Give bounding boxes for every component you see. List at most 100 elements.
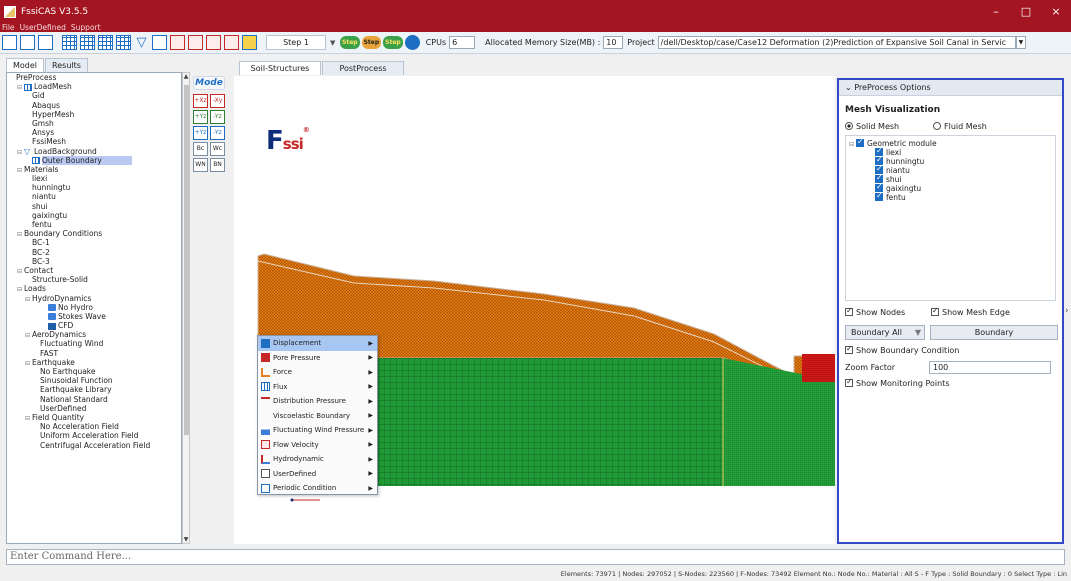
context-menu-item[interactable]: Displacement ▶ — [258, 336, 377, 351]
chevron-right-icon[interactable]: › — [1065, 306, 1069, 316]
run-icon[interactable] — [404, 35, 420, 50]
load-2-icon[interactable] — [224, 35, 239, 50]
project-dropdown-icon[interactable]: ▼ — [1015, 36, 1026, 49]
tab-soil-structures[interactable]: Soil-Structures — [239, 61, 321, 75]
tree-item[interactable]: shui — [7, 202, 181, 211]
checkbox-icon[interactable] — [875, 191, 883, 201]
scroll-up-icon[interactable]: ▲ — [183, 73, 189, 80]
project-path-input[interactable]: /dell/Desktop/case/Case12 Deformation (2… — [657, 36, 1016, 49]
mesh-grid-2-icon[interactable] — [80, 35, 95, 50]
command-input[interactable]: Enter Command Here... — [6, 549, 1065, 565]
tree-item[interactable]: FAST — [7, 349, 181, 358]
right-collapse-bar[interactable]: › — [1064, 78, 1071, 544]
step-button-2[interactable]: Step — [361, 36, 382, 49]
tree-item[interactable]: Fluctuating Wind — [7, 339, 181, 348]
tree-item[interactable]: liexi — [7, 174, 181, 183]
tree-item[interactable]: HyperMesh — [7, 110, 181, 119]
tree-item[interactable]: Structure-Solid — [7, 275, 181, 284]
context-menu-item[interactable]: UserDefined ▶ — [258, 467, 377, 482]
context-menu-item[interactable]: Periodic Condition ▶ — [258, 481, 377, 496]
chevron-down-icon[interactable]: ⌄ — [845, 83, 852, 92]
menu-support[interactable]: Support — [71, 23, 101, 32]
load-icon[interactable] — [206, 35, 221, 50]
show-nodes-checkbox[interactable]: Show Nodes — [845, 306, 931, 317]
tab-model[interactable]: Model — [6, 58, 45, 72]
tree-item[interactable]: fentu — [7, 220, 181, 229]
menu-userdefined[interactable]: UserDefined — [20, 23, 66, 32]
tree-item[interactable]: ⊟ Earthquake — [7, 358, 181, 367]
tree-item[interactable]: National Standard — [7, 395, 181, 404]
tab-postprocess[interactable]: PostProcess — [322, 61, 404, 75]
view-plus-y-button[interactable]: +Yz — [193, 110, 208, 124]
tree-scrollbar[interactable]: ▲ ▼ — [182, 72, 190, 544]
tree-item[interactable]: Sinusoidal Function — [7, 376, 181, 385]
context-menu-item[interactable]: Viscoelastic Boundary ▶ — [258, 409, 377, 424]
tree-item[interactable]: No Earthquake — [7, 367, 181, 376]
view-bn-button[interactable]: BN — [210, 158, 225, 172]
bc-icon[interactable] — [170, 35, 185, 50]
save-icon[interactable] — [38, 35, 53, 50]
tree-item[interactable]: ⊟ Contact — [7, 266, 181, 275]
close-button[interactable]: × — [1041, 5, 1071, 18]
filter-icon[interactable]: ▽ — [134, 35, 149, 50]
mode-button[interactable]: Mode — [193, 76, 225, 90]
tree-item[interactable]: ⊟ HydroDynamics — [7, 294, 181, 303]
step-button-1[interactable]: Step — [340, 36, 360, 49]
scroll-thumb[interactable] — [184, 85, 189, 435]
tree-item[interactable]: FssiMesh — [7, 137, 181, 146]
tree-item[interactable]: ⊟ Field Quantity — [7, 413, 181, 422]
cpus-input[interactable]: 6 — [449, 36, 476, 49]
tree-item[interactable]: Outer Boundary — [7, 155, 181, 165]
view-minus-x-button[interactable]: -Xy — [210, 94, 225, 108]
view-wc-button[interactable]: Wc — [210, 142, 225, 156]
chevron-down-icon[interactable]: ▼ — [330, 39, 340, 47]
tree-item[interactable]: ⊟ Materials — [7, 165, 181, 174]
new-file-icon[interactable] — [2, 35, 17, 50]
panel-header[interactable]: ⌄ PreProcess Options — [839, 80, 1062, 96]
tree-item[interactable]: hunningtu — [7, 183, 181, 192]
context-menu-item[interactable]: Force ▶ — [258, 365, 377, 380]
open-folder-icon[interactable] — [20, 35, 35, 50]
context-menu-item[interactable]: Pore Pressure ▶ — [258, 351, 377, 366]
show-monitoring-checkbox[interactable]: Show Monitoring Points — [845, 377, 949, 388]
view-minus-z-button[interactable]: -Yz — [210, 126, 225, 140]
tree-item[interactable]: gaixingtu — [7, 211, 181, 220]
tree-item[interactable]: Stokes Wave — [7, 312, 181, 321]
tree-item[interactable]: ⊟ AeroDynamics — [7, 330, 181, 339]
boundary-button[interactable]: Boundary — [930, 324, 1058, 340]
tree-item[interactable]: Gmsh — [7, 119, 181, 128]
geometric-module-fentu[interactable]: fentu — [849, 191, 1052, 202]
view-bc-button[interactable]: Bc — [193, 142, 208, 156]
context-menu-item[interactable]: Fluctuating Wind Pressure ▶ — [258, 423, 377, 438]
show-mesh-edge-checkbox[interactable]: Show Mesh Edge — [931, 306, 1010, 317]
layers-icon[interactable] — [152, 35, 167, 50]
scroll-down-icon[interactable]: ▼ — [183, 536, 189, 543]
zoom-factor-input[interactable]: 100 — [929, 360, 1051, 374]
tree-item[interactable]: Abaqus — [7, 101, 181, 110]
bc-2-icon[interactable] — [188, 35, 203, 50]
step-button-3[interactable]: Step — [383, 36, 403, 49]
tree-item[interactable]: PreProcess — [7, 73, 181, 82]
maximize-button[interactable]: □ — [1011, 5, 1041, 18]
context-menu-item[interactable]: Flux ▶ — [258, 380, 377, 395]
view-plus-z-button[interactable]: +Yz — [193, 126, 208, 140]
tree-item[interactable]: UserDefined — [7, 404, 181, 413]
tree-item[interactable]: ⊟ LoadMesh — [7, 82, 181, 91]
tree-item[interactable]: niantu — [7, 192, 181, 201]
view-wn-button[interactable]: WN — [193, 158, 208, 172]
tree-item[interactable]: No Acceleration Field — [7, 422, 181, 431]
tree-item[interactable]: ⊟ Loads — [7, 284, 181, 293]
view-plus-x-button[interactable]: +Xz — [193, 94, 208, 108]
tree-item[interactable]: No Hydro — [7, 303, 181, 312]
tree-item[interactable]: Centrifugal Acceleration Field — [7, 441, 181, 450]
tree-item[interactable]: BC-3 — [7, 257, 181, 266]
minimize-button[interactable]: – — [981, 5, 1011, 18]
boundary-all-select[interactable]: Boundary All ▼ — [845, 324, 925, 340]
tab-results[interactable]: Results — [45, 58, 88, 72]
context-menu-item[interactable]: Flow Velocity ▶ — [258, 438, 377, 453]
mesh-grid-icon[interactable] — [62, 35, 77, 50]
tree-item[interactable]: Ansys — [7, 128, 181, 137]
tree-item[interactable]: Gid — [7, 91, 181, 100]
tree-item[interactable]: Earthquake Library — [7, 385, 181, 394]
tree-item[interactable]: ⊟ ▽ LoadBackground — [7, 147, 181, 156]
